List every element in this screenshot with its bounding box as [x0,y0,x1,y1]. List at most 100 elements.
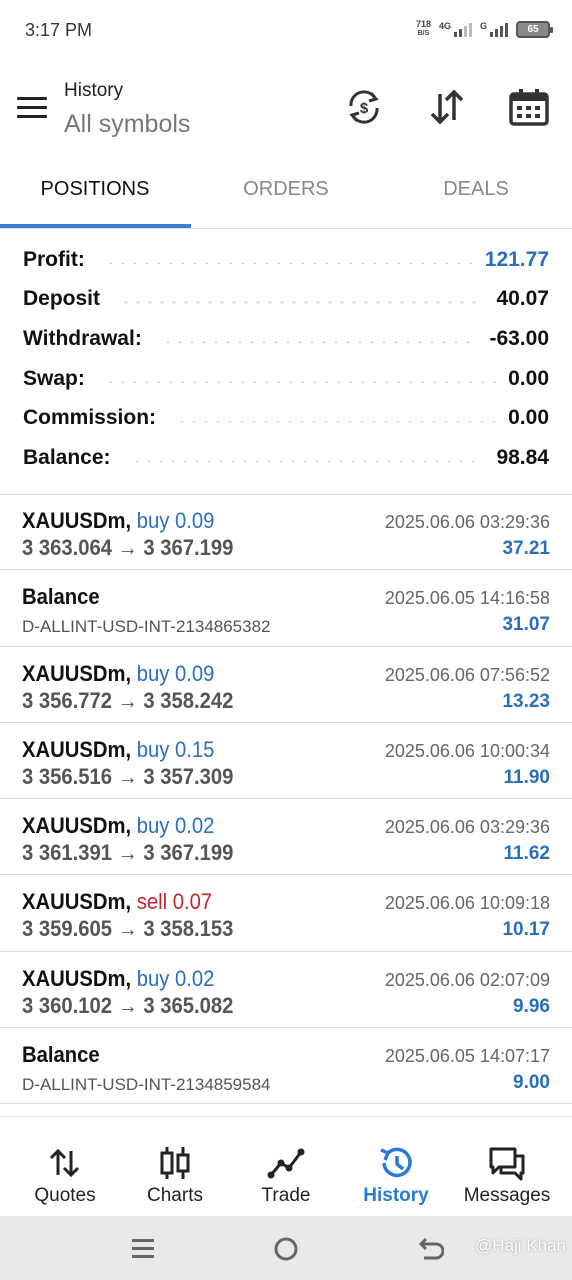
deal-title: XAUUSDm, buy 0.15 [22,737,214,763]
summary-label: Profit: [23,247,85,271]
deal-title: XAUUSDm, buy 0.09 [22,661,214,687]
list-item[interactable]: Balance D-ALLINT-USD-INT-2134859584 2025… [0,1028,572,1105]
deal-profit: 13.23 [502,690,550,712]
balance-comment: D-ALLINT-USD-INT-2134865382 [22,617,271,637]
summary-row-balance: Balance: 98.84 [0,438,572,478]
list-item[interactable]: XAUUSDm, sell 0.07 3 359.605 → 3 358.153 2… [0,875,572,952]
list-item[interactable]: XAUUSDm, buy 0.09 3 363.064 → 3 367.199 20… [0,494,572,571]
hamburger-menu-icon[interactable] [17,97,47,119]
network-speed-unit: B/S [417,30,430,37]
tab-orders[interactable]: ORDERS [191,178,381,201]
deal-prices: 3 361.391 → 3 367.199 [22,840,233,866]
page-title: History [64,80,124,101]
deal-prices: 3 360.102 → 3 365.082 [22,993,233,1019]
deal-title: XAUUSDm, buy 0.02 [22,966,214,992]
open-price: 3 356.772 [22,687,113,713]
network-speed-value: 718 [415,19,431,29]
battery-icon: 65 [516,20,553,38]
price-arrow-icon: → [117,840,138,866]
nav-label: Messages [463,1185,551,1206]
summary-row-commission: Commission: 0.00 [0,398,572,438]
close-price: 3 365.082 [143,992,234,1018]
deal-symbol: XAUUSDm, [22,508,132,533]
summary-label: Swap: [23,366,85,390]
signal-icon-1: 4G [439,21,472,37]
nav-quotes[interactable]: Quotes [8,1117,122,1217]
summary-value-profit: 121.77 [484,247,549,271]
trade-line-icon [267,1148,305,1179]
nav-label: Trade [261,1185,311,1206]
bottom-navigation: Quotes Charts Trade History Messages [0,1116,572,1216]
summary-row-profit: Profit: 121.77 [0,240,572,280]
list-item[interactable]: XAUUSDm, buy 0.02 3 360.102 → 3 365.082 20… [0,952,572,1029]
summary-row-withdrawal: Withdrawal: -63.00 [0,319,572,359]
deal-time: 2025.06.06 02:07:09 [384,969,550,990]
close-price: 3 367.199 [143,840,234,866]
price-arrow-icon: → [117,992,138,1018]
dotted-leader [161,340,478,343]
candlestick-icon [160,1147,190,1179]
dotted-leader [176,420,497,423]
deal-symbol: XAUUSDm, [22,965,132,991]
summary-label: Deposit [23,287,101,311]
list-item[interactable]: XAUUSDm, buy 0.02 3 361.391 → 3 367.199 20… [0,799,572,876]
tab-positions[interactable]: POSITIONS [0,178,190,201]
nav-history[interactable]: History [339,1117,453,1217]
sort-icon[interactable] [426,86,468,128]
status-icons: 718 B/S 4G G 65 [416,20,553,38]
deal-time: 2025.06.06 07:56:52 [384,664,550,685]
deal-direction: buy 0.15 [136,736,215,762]
svg-text:$: $ [360,100,369,117]
deal-time: 2025.06.05 14:07:17 [384,1046,550,1067]
price-arrow-icon: → [117,535,138,560]
deal-profit: 37.21 [502,538,550,559]
summary-value-swap: 0.00 [508,366,549,390]
balance-comment: D-ALLINT-USD-INT-2134859584 [22,1075,271,1095]
recent-apps-icon[interactable] [128,1234,158,1264]
summary-label: Balance: [23,445,111,469]
messages-icon [489,1147,525,1181]
network-speed: 718 B/S [416,20,431,38]
symbol-filter[interactable]: All symbols [64,110,190,139]
network-type-label: 4G [438,21,451,31]
app-header: History All symbols $ [0,64,572,156]
deal-prices: 3 356.516 → 3 357.309 [22,764,233,790]
nav-messages[interactable]: Messages [450,1117,564,1217]
open-price: 3 359.605 [22,916,113,942]
nav-charts[interactable]: Charts [118,1117,232,1217]
calendar-icon[interactable] [508,86,550,128]
balance-title: Balance [22,1042,100,1068]
nav-label: Quotes [34,1185,96,1206]
balance-title: Balance [22,584,100,610]
deal-title: XAUUSDm, buy 0.02 [22,813,214,839]
history-tabs: POSITIONS ORDERS DEALS [0,156,572,228]
deal-direction: buy 0.02 [136,965,215,991]
price-arrow-icon: → [117,763,138,789]
deal-time: 2025.06.06 03:29:36 [384,817,550,838]
open-price: 3 361.391 [22,840,113,866]
summary-row-swap: Swap: 0.00 [0,359,572,399]
deal-time: 2025.06.06 10:09:18 [384,893,550,914]
status-bar: 3:17 PM 718 B/S 4G G 65 [0,0,572,64]
list-item[interactable]: Balance D-ALLINT-USD-INT-2134865382 2025… [0,570,572,647]
home-icon[interactable] [271,1234,301,1264]
nav-trade[interactable]: Trade [229,1117,343,1217]
list-item[interactable]: XAUUSDm, buy 0.15 3 356.516 → 3 357.309 20… [0,723,572,800]
dotted-leader [104,380,497,383]
tab-deals[interactable]: DEALS [381,178,571,201]
deal-symbol: XAUUSDm, [22,889,132,915]
summary-label: Withdrawal: [23,326,142,350]
deal-time: 2025.06.05 14:16:58 [384,588,550,609]
back-icon[interactable] [414,1234,444,1264]
close-price: 3 358.153 [143,916,234,942]
list-item[interactable]: XAUUSDm, buy 0.09 3 356.772 → 3 358.242 20… [0,647,572,723]
deal-symbol: XAUUSDm, [22,813,132,839]
network-type-label-2: G [479,21,487,31]
quotes-arrows-icon [49,1148,80,1178]
deal-profit: 31.07 [502,614,550,636]
summary-block: Profit: 121.77 Deposit 40.07 Withdrawal:… [0,240,572,478]
close-price: 3 357.309 [143,763,234,789]
nav-label: History [363,1185,429,1206]
history-clock-icon [380,1147,412,1178]
currency-sync-icon[interactable]: $ [343,86,385,128]
